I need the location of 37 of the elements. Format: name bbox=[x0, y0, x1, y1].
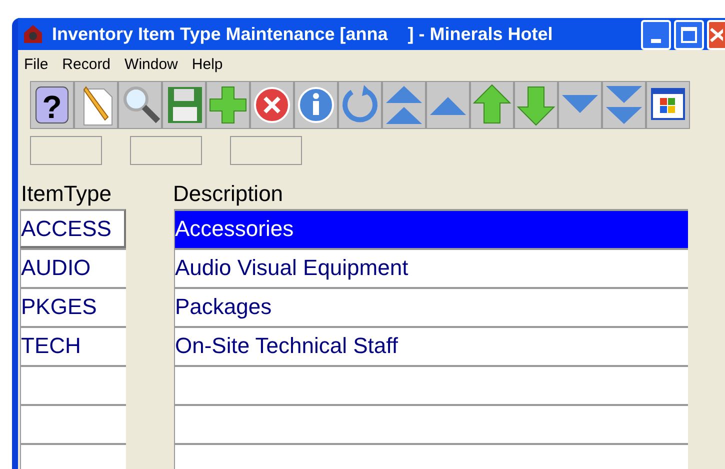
toolbar-button[interactable] bbox=[294, 81, 338, 129]
description-cell[interactable]: Accessories bbox=[174, 209, 688, 248]
description-cell[interactable]: On-Site Technical Staff bbox=[174, 326, 688, 365]
toolbar-button[interactable] bbox=[74, 81, 118, 129]
menu-item[interactable]: Window bbox=[124, 54, 178, 76]
item-type-cell[interactable]: AUDIO bbox=[20, 248, 126, 287]
description-cell[interactable]: Packages bbox=[174, 287, 688, 326]
maximize-icon bbox=[681, 27, 697, 43]
window-title: Inventory Item Type Maintenance [anna ] - Minerals Hotel bbox=[52, 22, 553, 46]
status-field bbox=[230, 136, 302, 165]
column-header: ItemType bbox=[20, 180, 112, 208]
close-icon bbox=[709, 27, 723, 43]
maximize-button[interactable] bbox=[674, 20, 704, 50]
item-type-cell[interactable] bbox=[20, 404, 126, 443]
toolbar-button[interactable] bbox=[118, 81, 162, 129]
description-cell[interactable] bbox=[174, 404, 688, 443]
toolbar-button[interactable] bbox=[646, 81, 690, 129]
menu-item[interactable]: File bbox=[24, 54, 48, 76]
close-button[interactable] bbox=[707, 20, 725, 50]
status-field bbox=[130, 136, 202, 165]
minimize-button[interactable] bbox=[641, 20, 671, 50]
minimize-icon bbox=[651, 39, 661, 43]
menu-item[interactable]: Help bbox=[192, 54, 223, 76]
description-cell[interactable]: Audio Visual Equipment bbox=[174, 248, 688, 287]
description-cell[interactable] bbox=[174, 365, 688, 404]
item-type-cell[interactable]: TECH bbox=[20, 326, 126, 365]
item-type-cell[interactable]: PKGES bbox=[20, 287, 126, 326]
status-field bbox=[30, 136, 102, 165]
toolbar-button[interactable] bbox=[250, 81, 294, 129]
toolbar-button[interactable] bbox=[162, 81, 206, 129]
first-record-icon bbox=[384, 83, 424, 127]
app-icon bbox=[22, 23, 44, 45]
menu-item[interactable]: Record bbox=[62, 54, 111, 76]
item-type-cell[interactable]: ACCESS bbox=[20, 209, 126, 248]
last-record-icon bbox=[604, 83, 644, 127]
column-header: Description bbox=[173, 180, 284, 208]
item-type-cell[interactable] bbox=[20, 365, 126, 404]
